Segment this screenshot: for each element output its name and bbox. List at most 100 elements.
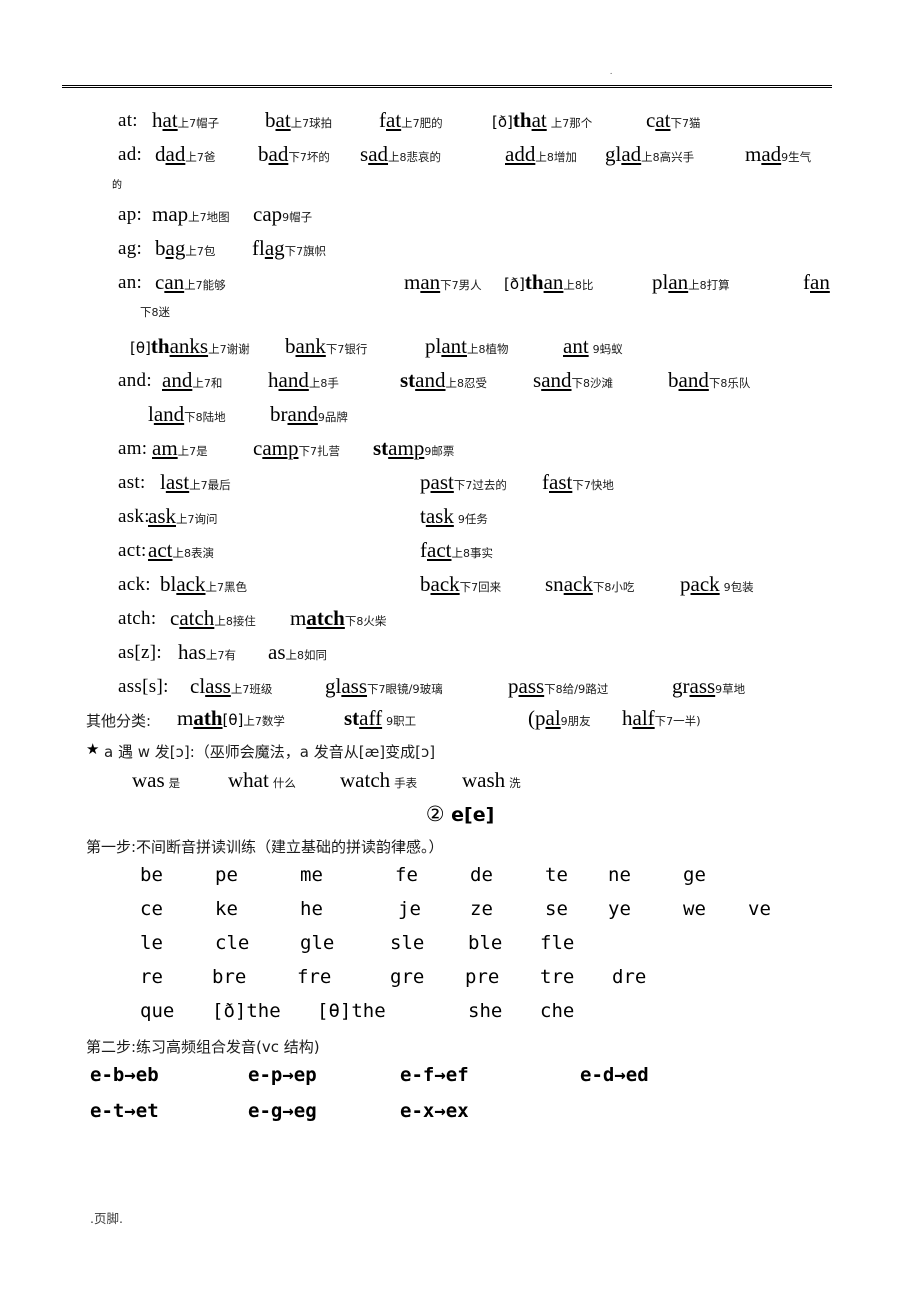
word-group-act: act: act上8表演 fact上8事实 [0,538,920,572]
syllable-row: que [ð]the [θ]the she che [0,1000,920,1034]
word-entry: cat下7猫 [646,108,701,132]
word-entry: staff 9职工 [344,706,417,730]
word-entry: glass下7眼镜/9玻璃 [325,674,443,698]
other-categories-line: 其他分类: math[θ]上7数学 staff 9职工 (pal9朋友 half… [0,706,920,738]
word-entry: watch 手表 [340,768,418,792]
header-rule [62,85,832,88]
syllable: he [300,898,323,920]
syllable-row: ce ke he je ze se ye we ve [0,898,920,932]
word-group-ast: ast: last上7最后 past下7过去的 fast下7快地 [0,470,920,504]
w-examples-line: was 是 what 什么 watch 手表 wash 洗 [0,768,920,802]
word-entry: stamp9邮票 [373,436,455,460]
syllable: je [398,898,421,920]
word-group-an: an: can上7能够 man下7男人 [ð]than上8比 plan上8打算 … [0,270,920,304]
group-key: ask: [118,506,150,527]
word-entry: half下7一半) [622,706,701,730]
word-entry: band下8乐队 [668,368,751,392]
syllable: se [545,898,568,920]
word-entry: stand上8忍受 [400,368,487,392]
star-bullet-icon: ★ [86,740,100,758]
word-entry: and上7和 [162,368,223,392]
vc-combo: e-d→ed [580,1064,649,1086]
vc-combo: e-x→ex [400,1100,469,1122]
syllable: re [140,966,163,988]
group-key: ast: [118,472,146,493]
syllable: be [140,864,163,886]
syllable: fle [540,932,575,954]
syllable: ye [608,898,631,920]
word-entry: task 9任务 [420,504,488,528]
syllable: gre [390,966,425,988]
syllable: ve [748,898,771,920]
document-page: . at: hat上7帽子 bat上7球拍 fat上7肥的 [ð]that 上7… [0,0,920,1302]
word-group-at: at: hat上7帽子 bat上7球拍 fat上7肥的 [ð]that 上7那个… [0,108,920,142]
word-entry: man下7男人 [404,270,482,294]
word-entry: glad上8高兴手 [605,142,695,166]
word-entry: sand下8沙滩 [533,368,614,392]
syllable-grid: be pe me fe de te ne ge ce ke he je ze s… [0,864,920,1034]
group-key: act: [118,540,147,561]
word-entry: land下8陆地 [148,402,226,426]
word-entry: ant 9蚂蚁 [563,334,623,358]
word-group-and-cont: land下8陆地 brand9品牌 [0,402,920,436]
group-key: at: [118,110,138,131]
word-entry: am上7是 [152,436,208,460]
word-entry: fat上7肥的 [379,108,443,132]
word-entry: snack下8小吃 [545,572,635,596]
word-entry: plant上8植物 [425,334,509,358]
word-group-an-wrap: 下8迷 [0,304,920,334]
word-entry: map上7地图 [152,202,230,226]
vc-combo: e-f→ef [400,1064,469,1086]
word-entry: ask上7询问 [148,504,218,528]
syllable-row: le cle gle sle ble fle [0,932,920,966]
syllable-the-voiceless: [θ]the [317,1000,386,1022]
word-entry: fast下7快地 [542,470,614,494]
word-entry: wash 洗 [462,768,521,792]
word-entry: has上7有 [178,640,236,664]
step1-row: 第一步:不间断音拼读训练（建立基础的拼读韵律感。） [0,834,920,864]
word-entry: bat上7球拍 [265,108,333,132]
word-entry: mad9生气 [745,142,812,166]
word-entry: [ð]that 上7那个 [492,108,593,132]
syllable: ne [608,864,631,886]
syllable: ke [215,898,238,920]
section-title: e[e] [451,804,495,826]
word-entry: bad下7坏的 [258,142,330,166]
word-entry: hand上8手 [268,368,339,392]
word-entry: match下8火柴 [290,606,387,630]
word-entry: cap9帽子 [253,202,313,226]
word-entry: hat上7帽子 [152,108,220,132]
word-entry: last上7最后 [160,470,231,494]
step2-label: 第二步:练习高频组合发音(vc 结构) [86,1038,320,1056]
syllable-row: be pe me fe de te ne ge [0,864,920,898]
word-group-ag: ag: bag上7包 flag下7旗帜 [0,236,920,270]
word-entry: as上8如同 [268,640,327,664]
syllable: gle [300,932,335,954]
wrap-gloss: 的 [112,180,122,191]
word-entry: was 是 [132,768,181,792]
word-entry: can上7能够 [155,270,226,294]
group-key: atch: [118,608,157,629]
word-entry: pack 9包装 [680,572,754,596]
word-entry: bank下7银行 [285,334,368,358]
syllable: que [140,1000,175,1022]
syllable: pe [215,864,238,886]
document-body: at: hat上7帽子 bat上7球拍 fat上7肥的 [ð]that 上7那个… [0,108,920,1136]
syllable: ge [683,864,706,886]
word-group-ack: ack: black上7黑色 back下7回来 snack下8小吃 pack 9… [0,572,920,606]
word-entry: math[θ]上7数学 [177,706,285,730]
word-group-asz: as[z]: has上7有 as上8如同 [0,640,920,674]
syllable: she [468,1000,503,1022]
wrap-gloss: 下8迷 [140,305,170,319]
star-rule-text: a 遇 w 发[ɔ]:（巫师会魔法，a 发音从[æ]变成[ɔ] [104,743,436,761]
word-group-ap: ap: map上7地图 cap9帽子 [0,202,920,236]
syllable: de [470,864,493,886]
section-number: ② [425,802,445,826]
syllable: ble [468,932,503,954]
word-entry: past下7过去的 [420,470,507,494]
syllable: dre [612,966,647,988]
word-entry: grass9草地 [672,674,746,698]
word-entry: bag上7包 [155,236,216,260]
page-footer: .页脚. [90,1211,123,1226]
section-heading-row: ② e[e] [0,802,920,834]
